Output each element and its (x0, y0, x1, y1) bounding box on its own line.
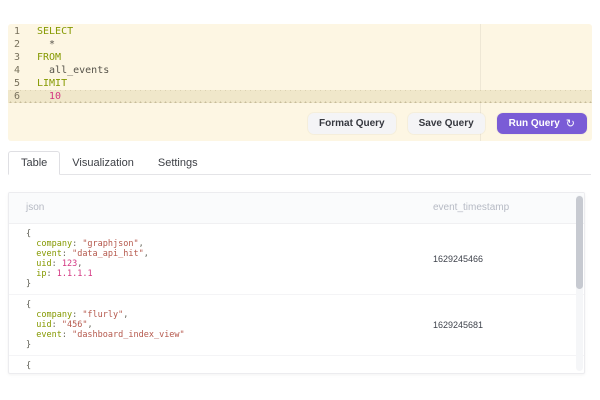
table-header-row: json event_timestamp (9, 193, 584, 224)
code-text: LIMIT (25, 77, 67, 90)
refresh-icon: ↻ (566, 119, 575, 129)
code-text: SELECT (25, 25, 73, 38)
table-row: { company: "flurly", uid: "456", event: … (9, 295, 584, 356)
tab-settings[interactable]: Settings (146, 152, 210, 174)
table-row: { company: "graphjson", event: "data_api… (9, 224, 584, 295)
table-scrollbar-track[interactable] (576, 195, 583, 371)
results-table: json event_timestamp { company: "graphjs… (8, 192, 585, 374)
format-query-button[interactable]: Format Query (308, 113, 396, 134)
line-number: 3 (8, 51, 25, 64)
results-tab-bar: Table Visualization Settings (8, 152, 591, 175)
json-cell: { company: "graphjson", event: "data_api… (9, 224, 584, 294)
json-cell: { (9, 356, 584, 374)
tab-table[interactable]: Table (8, 151, 60, 175)
json-cell: { company: "flurly", uid: "456", event: … (9, 295, 584, 355)
event-timestamp-cell: 1629245681 (433, 295, 483, 355)
editor-line[interactable]: 1SELECT (8, 25, 592, 38)
editor-line[interactable]: 3FROM (8, 51, 592, 64)
sql-editor[interactable]: 1SELECT2 *3FROM4 all_events5LIMIT6 10 Fo… (8, 24, 592, 141)
code-text: 10 (25, 90, 61, 103)
table-body: { company: "graphjson", event: "data_api… (9, 224, 584, 374)
code-text: FROM (25, 51, 61, 64)
line-number: 5 (8, 77, 25, 90)
run-query-button[interactable]: Run Query ↻ (497, 113, 587, 134)
sql-code-area[interactable]: 1SELECT2 *3FROM4 all_events5LIMIT6 10 (8, 25, 592, 103)
query-toolbar: Format Query Save Query Run Query ↻ (308, 113, 587, 134)
table-row: { (9, 356, 584, 374)
save-query-button[interactable]: Save Query (408, 113, 485, 134)
line-number: 2 (8, 38, 25, 51)
code-text: * (25, 38, 55, 51)
editor-line[interactable]: 4 all_events (8, 64, 592, 77)
editor-line[interactable]: 5LIMIT (8, 77, 592, 90)
code-text: all_events (25, 64, 109, 77)
editor-line[interactable]: 6 10 (8, 90, 592, 103)
column-header-event-timestamp: event_timestamp (433, 202, 509, 213)
run-query-label: Run Query (509, 118, 560, 129)
editor-line[interactable]: 2 * (8, 38, 592, 51)
line-number: 1 (8, 25, 25, 38)
line-number: 6 (8, 90, 25, 103)
tab-visualization[interactable]: Visualization (60, 152, 146, 174)
line-number: 4 (8, 64, 25, 77)
event-timestamp-cell: 1629245466 (433, 224, 483, 294)
table-scrollbar-thumb[interactable] (576, 196, 583, 289)
column-header-json: json (26, 202, 44, 213)
